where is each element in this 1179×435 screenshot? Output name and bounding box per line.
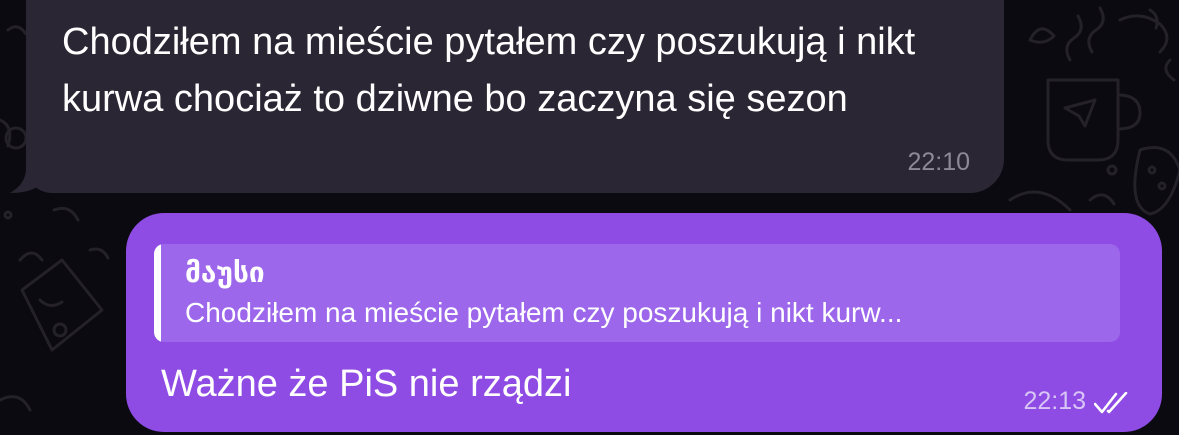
outgoing-message-time: 22:13 [1023, 387, 1086, 415]
incoming-message-bubble[interactable]: Chodziłem na mieście pytałem czy poszuku… [26, 0, 1004, 193]
incoming-message-text: Chodziłem na mieście pytałem czy poszuku… [62, 21, 916, 120]
incoming-message-time: 22:10 [907, 148, 970, 176]
outgoing-message-text: Ważne że PiS nie rządzi [161, 363, 572, 405]
reply-quote[interactable]: მაუსი Chodziłem na mieście pytałem czy p… [154, 244, 1120, 342]
reply-quote-bar [154, 244, 161, 342]
outgoing-message-bubble[interactable]: მაუსი Chodziłem na mieście pytałem czy p… [126, 213, 1162, 432]
incoming-bubble-tail [10, 168, 40, 193]
double-check-read-icon [1094, 392, 1128, 414]
reply-author: მაუსი [185, 257, 265, 288]
reply-quoted-text: Chodziłem na mieście pytałem czy poszuku… [185, 297, 903, 328]
